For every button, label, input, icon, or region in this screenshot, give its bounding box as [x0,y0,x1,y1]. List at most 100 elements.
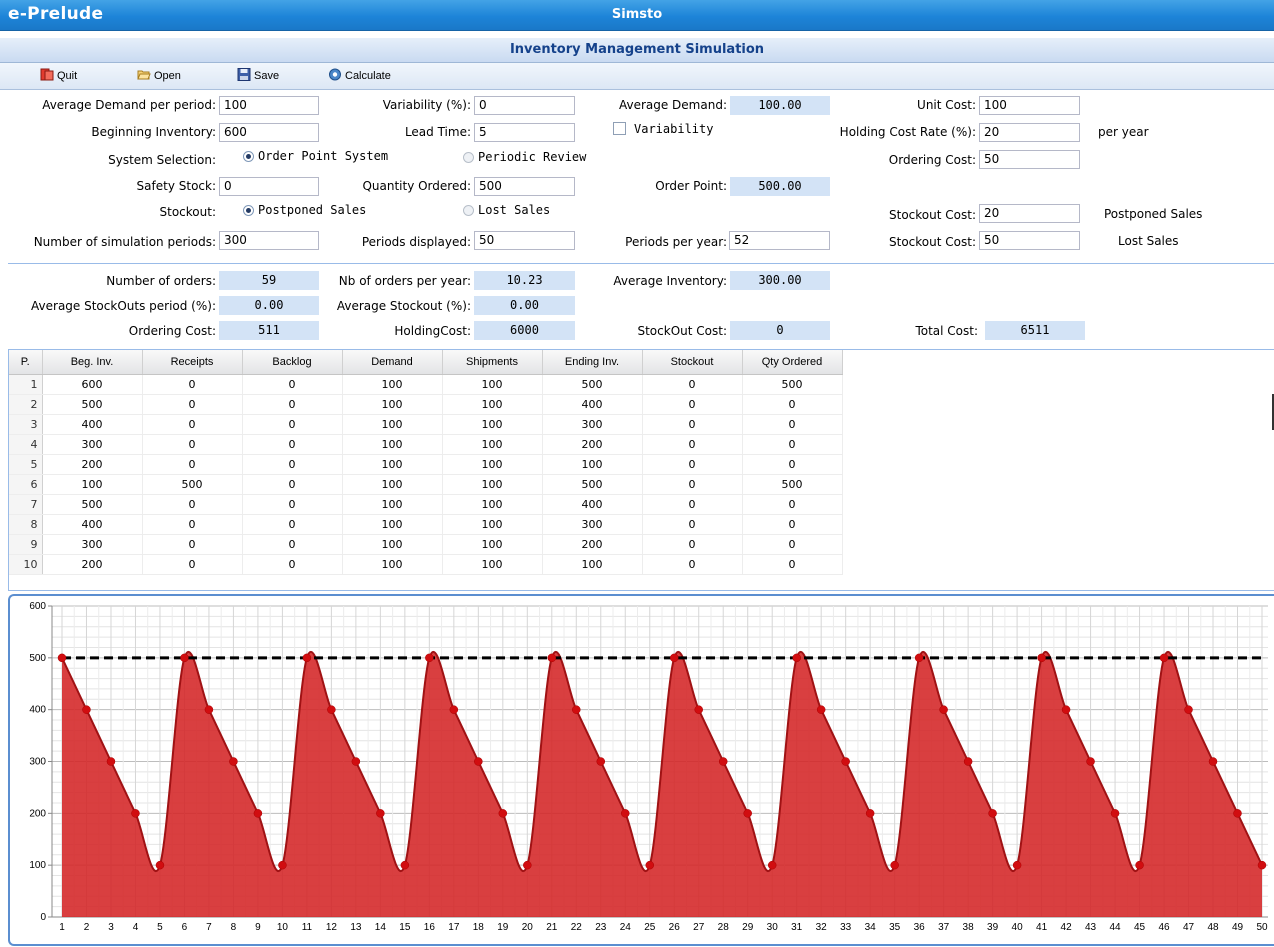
table-row[interactable]: 3 400 0 0 100 100 300 0 0 [9,414,843,435]
safety-stock-label: Safety Stock: [136,179,216,193]
table-cell: 0 [142,414,243,435]
periods-per-year-input[interactable]: 52 [729,231,830,250]
ordering-cost-input[interactable]: 50 [979,150,1080,169]
stockout-cost-lost-input[interactable]: 50 [979,231,1080,250]
postponed-sales-radio[interactable] [243,205,254,216]
x-tick-label: 6 [182,922,188,933]
section-divider [8,263,1274,264]
y-tick-label: 100 [29,860,46,871]
table-row[interactable]: 9 300 0 0 100 100 200 0 0 [9,534,843,555]
num-orders-output: 59 [219,271,319,290]
table-cell: 0 [742,454,843,475]
row-number: 5 [9,454,43,475]
data-point [841,757,850,766]
table-cell: 100 [342,554,443,575]
variability-checkbox-label: Variability [634,122,714,136]
window-titlebar: e-Prelude Simsto [0,0,1274,31]
lost-sales-radio[interactable] [463,205,474,216]
row-number: 6 [9,474,43,495]
table-row[interactable]: 4 300 0 0 100 100 200 0 0 [9,434,843,455]
table-row[interactable]: 7 500 0 0 100 100 400 0 0 [9,494,843,515]
table-row[interactable]: 6 100 500 0 100 100 500 0 500 [9,474,843,495]
data-point [547,653,557,663]
table-cell: 0 [142,454,243,475]
table-row[interactable]: 1 600 0 0 100 100 500 0 500 [9,374,843,395]
table-cell: 0 [742,434,843,455]
calculate-button[interactable]: Calculate [328,68,391,84]
x-tick-label: 4 [133,922,139,933]
x-tick-label: 20 [522,922,534,933]
table-cell: 300 [542,514,643,535]
lead-time-input[interactable]: 5 [474,123,575,142]
unit-cost-input[interactable]: 100 [979,96,1080,115]
column-header[interactable]: Stockout [642,350,743,375]
x-tick-label: 19 [497,922,509,933]
save-button[interactable]: Save [237,68,279,84]
avg-demand-input[interactable]: 100 [219,96,319,115]
table-cell: 100 [342,374,443,395]
periods-displayed-input[interactable]: 50 [474,231,575,250]
ordering-cost-result-label: Ordering Cost: [128,324,216,338]
table-cell: 100 [442,534,543,555]
order-point-system-label: Order Point System [258,149,389,163]
table-cell: 0 [242,494,343,515]
data-point [792,653,801,663]
column-header[interactable]: Backlog [242,350,343,375]
stockout-cost-result-output: 0 [730,321,830,340]
x-tick-label: 30 [767,922,779,933]
variability-checkbox[interactable] [613,122,626,135]
num-periods-input[interactable]: 300 [219,231,319,250]
open-button[interactable]: Open [137,68,181,84]
column-header[interactable]: P. [9,350,43,375]
table-cell: 0 [242,454,343,475]
table-cell: 300 [42,434,143,455]
variability-input[interactable]: 0 [474,96,575,115]
data-point [767,860,777,870]
x-tick-label: 18 [473,922,485,933]
stockout-cost-postponed-input[interactable]: 20 [979,204,1080,223]
table-row[interactable]: 2 500 0 0 100 100 400 0 0 [9,394,843,415]
periodic-review-radio[interactable] [463,152,474,163]
simulation-table[interactable]: P. Beg. Inv. Receipts Backlog Demand Shipment… [8,349,1274,591]
table-cell: 0 [642,554,743,575]
column-header[interactable]: Ending Inv. [542,350,643,375]
table-cell: 100 [342,434,443,455]
table-cell: 0 [742,554,843,575]
table-cell: 0 [142,534,243,555]
lost-sales-note: Lost Sales [1118,234,1179,248]
data-point [155,860,165,870]
data-point [57,653,67,663]
ordering-cost-label: Ordering Cost: [888,153,976,167]
data-point [572,705,581,714]
table-cell: 500 [142,474,243,495]
column-header[interactable]: Demand [342,350,443,375]
table-row[interactable]: 8 400 0 0 100 100 300 0 0 [9,514,843,535]
quit-button[interactable]: Quit [40,68,77,84]
holding-rate-input[interactable]: 20 [979,123,1080,142]
order-point-system-radio[interactable] [243,151,254,162]
order-point-label: Order Point: [655,179,727,193]
column-header[interactable]: Receipts [142,350,243,375]
safety-stock-input[interactable]: 0 [219,177,319,196]
column-header[interactable]: Shipments [442,350,543,375]
quit-label: Quit [57,70,78,82]
data-point [963,757,973,766]
table-row[interactable]: 10 200 0 0 100 100 100 0 0 [9,554,843,575]
table-cell: 500 [42,394,143,415]
table-cell: 100 [342,494,443,515]
x-tick-label: 39 [987,922,999,933]
table-cell: 0 [142,434,243,455]
column-header[interactable]: Qty Ordered [742,350,843,375]
qty-ordered-input[interactable]: 500 [474,177,575,196]
x-tick-label: 10 [277,922,289,933]
data-point [253,809,263,818]
per-year-label: per year [1098,125,1149,139]
column-header[interactable]: Beg. Inv. [42,350,143,375]
x-tick-label: 2 [84,922,90,933]
table-row[interactable]: 5 200 0 0 100 100 100 0 0 [9,454,843,475]
table-cell: 400 [542,394,643,415]
table-cell: 100 [342,394,443,415]
beg-inv-input[interactable]: 600 [219,123,319,142]
table-cell: 0 [642,474,743,495]
data-point [302,653,312,663]
